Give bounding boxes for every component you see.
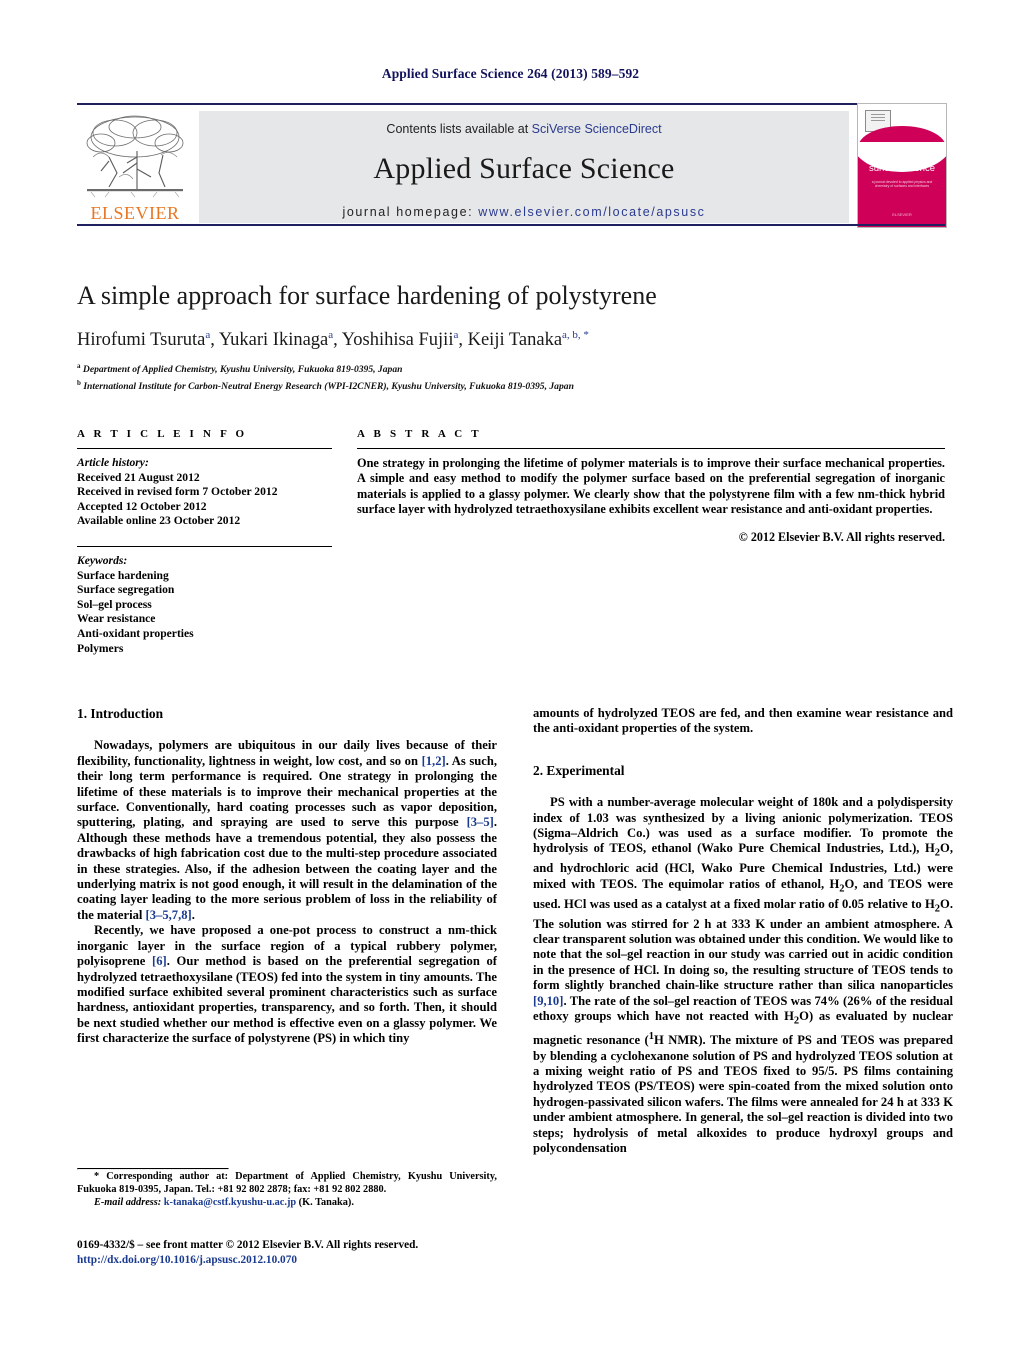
author-name: Yukari Ikinaga [218, 330, 329, 351]
citation-link[interactable]: [9,10] [533, 994, 563, 1008]
article-history-label: Article history: [77, 456, 149, 469]
email-link[interactable]: k-tanaka@cstf.kyushu-u.ac.jp [164, 1197, 296, 1208]
abstract-heading: A B S T R A C T [357, 428, 482, 440]
citation-link[interactable]: [3–5,7,8] [146, 908, 192, 922]
email-label: E-mail address: [94, 1197, 162, 1209]
paragraph-continued: amounts of hydrolyzed TEOS are fed, and … [533, 706, 953, 736]
journal-homepage-link[interactable]: www.elsevier.com/locate/apsusc [478, 205, 705, 219]
paper-page: Applied Surface Science 264 (2013) 589–5… [0, 0, 1021, 1351]
affiliation-mark: a [77, 362, 81, 371]
affiliation-line: b International Institute for Carbon-Neu… [77, 377, 857, 394]
elsevier-wordmark: ELSEVIER [90, 203, 180, 223]
corresponding-author-note: * Corresponding author at: Department of… [77, 1170, 497, 1196]
email-suffix: (K. Tanaka). [296, 1197, 354, 1209]
abstract-text: One strategy in prolonging the lifetime … [357, 456, 945, 517]
copyright-line: © 2012 Elsevier B.V. All rights reserved… [738, 529, 945, 544]
author-name: Yoshihisa Fujii [341, 330, 454, 351]
author-name: Keiji Tanaka [467, 330, 563, 351]
email-line: E-mail address: k-tanaka@cstf.kyushu-u.a… [77, 1196, 497, 1209]
history-item: Received 21 August 2012 [77, 470, 200, 484]
keyword-item: Surface hardening [77, 568, 169, 582]
author-affil-mark: a [453, 329, 459, 341]
journal-homepage-line: journal homepage: www.elsevier.com/locat… [199, 205, 849, 219]
keyword-item: Wear resistance [77, 612, 156, 626]
author-name: Hirofumi Tsuruta [77, 330, 206, 351]
paragraph-text: . Although these methods have a tremendo… [77, 815, 497, 922]
paragraph: Nowadays, polymers are ubiquitous in our… [77, 738, 497, 923]
homepage-label: journal homepage: [342, 205, 474, 219]
cover-subtitle: a journal devoted to applied physics and… [871, 180, 933, 189]
author-affil-mark: a, b, * [562, 329, 589, 341]
body-column-right: amounts of hydrolyzed TEOS are fed, and … [533, 706, 953, 1156]
running-head: Applied Surface Science 264 (2013) 589–5… [381, 66, 640, 81]
citation-link[interactable]: [6] [152, 954, 167, 968]
keywords-rule [77, 545, 332, 547]
author-affil-mark: a [205, 329, 211, 341]
journal-banner: ELSEVIER Contents lists available at Sci… [77, 103, 947, 228]
keywords-block: Keywords: Surface hardening Surface segr… [77, 554, 332, 656]
keyword-item: Surface segregation [77, 583, 175, 597]
abstract-column: A B S T R A C T One strategy in prolongi… [357, 428, 945, 545]
citation-link[interactable]: [1,2] [422, 754, 446, 768]
body-column-left: 1. Introduction Nowadays, polymers are u… [77, 706, 497, 1047]
banner-center-panel: Contents lists available at SciVerse Sci… [199, 111, 849, 223]
cover-journal-title: applied surface science [858, 152, 946, 174]
banner-top-rule [77, 103, 945, 105]
affiliation-text: International Institute for Carbon-Neutr… [83, 381, 574, 393]
paragraph: PS with a number-average molecular weigh… [533, 795, 953, 1156]
paragraph-text: . [191, 907, 195, 922]
page-footer: 0169-4332/$ – see front matter © 2012 El… [77, 1238, 537, 1267]
paragraph: Recently, we have proposed a one-pot pro… [77, 923, 497, 1046]
doi-link[interactable]: http://dx.doi.org/10.1016/j.apsusc.2012.… [77, 1253, 537, 1268]
keywords-label: Keywords: [77, 553, 128, 567]
history-item: Available online 23 October 2012 [77, 514, 241, 528]
section-heading-experimental: 2. Experimental [533, 762, 625, 778]
article-info-heading: A R T I C L E I N F O [77, 428, 248, 440]
author-list: Hirofumi Tsurutaa, Yukari Ikinagaa, Yosh… [77, 329, 589, 351]
contents-prefix: Contents lists available at [386, 122, 532, 136]
article-info-column: A R T I C L E I N F O Article history: R… [77, 428, 332, 656]
journal-title: Applied Surface Science [373, 152, 675, 185]
paragraph-text: O. The solution was stirred for 2 h at 3… [533, 896, 953, 993]
affiliation-line: a Department of Applied Chemistry, Kyush… [77, 360, 857, 377]
journal-cover-thumbnail[interactable]: applied surface science a journal devote… [857, 103, 947, 228]
cover-title-line-1: applied [886, 152, 918, 163]
paragraph-text: PS with a number-average molecular weigh… [533, 795, 953, 856]
sciencedirect-link[interactable]: SciVerse ScienceDirect [532, 122, 662, 136]
keyword-item: Sol–gel process [77, 597, 152, 611]
corresponding-author-text: Corresponding author at: Department of A… [77, 1171, 497, 1196]
affiliation-mark: b [77, 378, 81, 387]
article-info-rule [77, 448, 332, 449]
section-heading-introduction: 1. Introduction [77, 706, 164, 721]
citation-link[interactable]: [3–5] [467, 815, 494, 829]
abstract-rule [357, 448, 945, 449]
article-history-block: Article history: Received 21 August 2012… [77, 456, 332, 529]
affiliation-text: Department of Applied Chemistry, Kyushu … [82, 364, 403, 376]
elsevier-tree-icon [86, 115, 184, 198]
elsevier-logo: ELSEVIER [79, 111, 191, 223]
banner-bottom-rule [77, 224, 945, 226]
keyword-item: Polymers [77, 641, 124, 655]
issn-copyright-line: 0169-4332/$ – see front matter © 2012 El… [77, 1239, 419, 1251]
title-block: A simple approach for surface hardening … [77, 281, 857, 394]
history-item: Accepted 12 October 2012 [77, 499, 207, 513]
keyword-item: Anti-oxidant properties [77, 626, 194, 640]
correspondence-footnote: * Corresponding author at: Department of… [77, 1170, 497, 1210]
contents-available-line: Contents lists available at SciVerse Sci… [199, 122, 849, 136]
cover-publisher-name: ELSEVIER [892, 212, 912, 217]
history-item: Received in revised form 7 October 2012 [77, 485, 278, 499]
author-affil-mark: a [328, 329, 334, 341]
page-title: A simple approach for surface hardening … [77, 281, 657, 310]
paragraph-text: H NMR). The mixture of PS and TEOS was p… [533, 1033, 953, 1155]
cover-title-line-2: surface science [868, 163, 935, 174]
